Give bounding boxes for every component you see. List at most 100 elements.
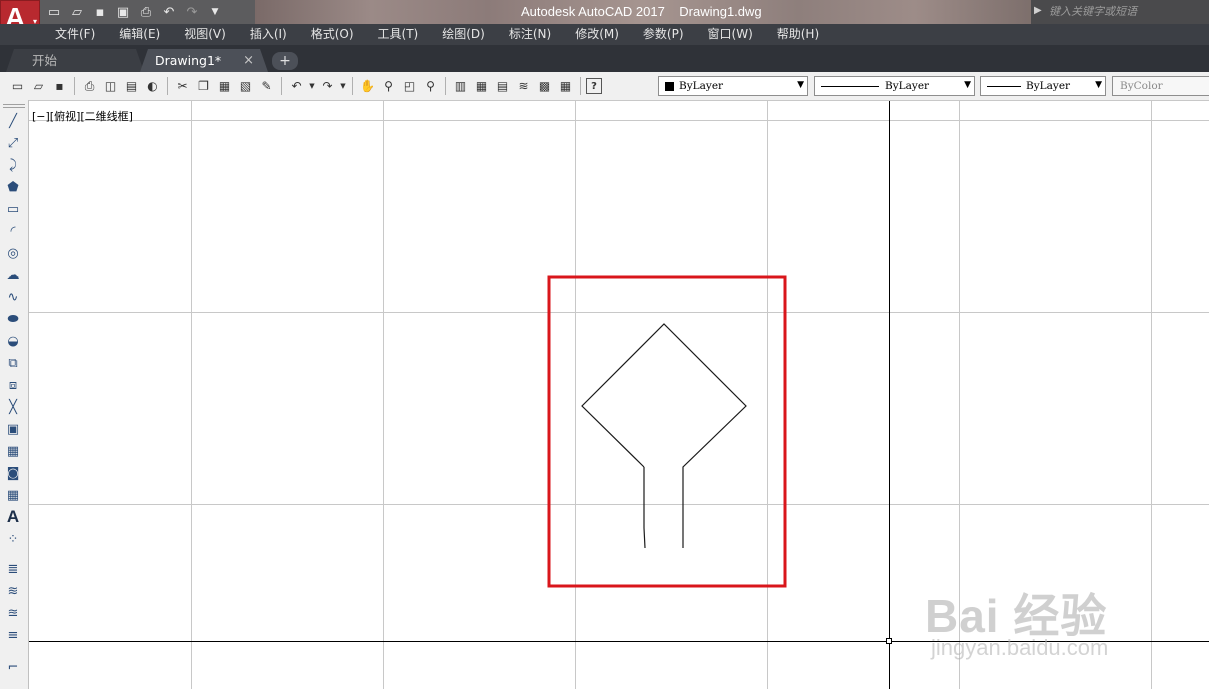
make-block-icon[interactable]: ⧈ [4, 376, 22, 394]
menu-draw[interactable]: 绘图(D) [430, 24, 497, 45]
tab-start[interactable]: 开始 [6, 49, 144, 72]
3d-print-icon[interactable]: ◐ [143, 77, 162, 96]
ucs-origin-marker [886, 638, 892, 644]
search-box: ▶ [1031, 0, 1209, 24]
rectangle-icon[interactable]: ▭ [4, 200, 22, 218]
paste-icon[interactable]: ▦ [215, 77, 234, 96]
copy-icon[interactable]: ❐ [194, 77, 213, 96]
insert-block-icon[interactable]: ⧉ [4, 354, 22, 372]
menu-view[interactable]: 视图(V) [172, 24, 238, 45]
dropdown-arrow-icon[interactable]: ▼ [339, 77, 347, 96]
cut-icon[interactable]: ✂ [173, 77, 192, 96]
match-properties-icon[interactable]: ▧ [236, 77, 255, 96]
standard-toolbar: ▭ ▱ ▪ ⎙ ◫ ▤ ◐ ✂ ❐ ▦ ▧ ✎ ↶ ▼ ↷ ▼ ✋ ⚲ ◰ ⚲ … [0, 72, 1209, 101]
layer-tool-icon[interactable]: ≣ [4, 560, 22, 578]
ellipse-icon[interactable]: ⬬ [4, 310, 22, 328]
lineweight-control[interactable]: ByLayer ▼ [980, 76, 1106, 96]
toolbar-grip[interactable] [3, 104, 25, 108]
search-input[interactable] [1045, 2, 1209, 20]
menu-bar: 文件(F) 编辑(E) 视图(V) 插入(I) 格式(O) 工具(T) 绘图(D… [0, 24, 1209, 45]
chevron-down-icon: ▼ [964, 80, 971, 90]
design-center-icon[interactable]: ▦ [472, 77, 491, 96]
plot-icon[interactable]: ⎙ [136, 3, 156, 21]
chevron-down-icon: ▼ [1095, 80, 1102, 90]
zoom-previous-icon[interactable]: ⚲ [421, 77, 440, 96]
redo-icon[interactable]: ↷ [182, 3, 202, 21]
calculator-icon[interactable]: ▦ [556, 77, 575, 96]
new-tab-button[interactable]: + [272, 52, 298, 70]
plot-icon[interactable]: ⎙ [80, 77, 99, 96]
region-icon[interactable]: ◙ [4, 464, 22, 482]
separator [580, 77, 581, 95]
tab-drawing1[interactable]: Drawing1* × [140, 49, 268, 72]
viewport-controls[interactable]: [−][俯视][二维线框] [32, 108, 133, 124]
expand-arrow-icon[interactable]: ▶ [1034, 5, 1042, 16]
arc-icon[interactable]: ◜ [4, 222, 22, 240]
file-tab-bar: 开始 Drawing1* × + [0, 45, 1209, 72]
saveas-icon[interactable]: ▣ [113, 3, 133, 21]
menu-file[interactable]: 文件(F) [43, 24, 107, 45]
help-icon[interactable]: ? [586, 78, 602, 94]
zoom-window-icon[interactable]: ◰ [400, 77, 419, 96]
open-icon[interactable]: ▱ [29, 77, 48, 96]
tab-start-label: 开始 [32, 53, 58, 68]
polyline-icon[interactable]: ⤸ [4, 156, 22, 174]
pan-icon[interactable]: ✋ [358, 77, 377, 96]
construction-line-icon[interactable]: ⤢ [4, 134, 22, 152]
revision-cloud-icon[interactable]: ☁ [4, 266, 22, 284]
menu-modify[interactable]: 修改(M) [563, 24, 631, 45]
menu-window[interactable]: 窗口(W) [696, 24, 765, 45]
close-icon[interactable]: × [243, 49, 254, 72]
add-selected-icon[interactable]: ⁘ [4, 530, 22, 548]
markup-icon[interactable]: ▩ [535, 77, 554, 96]
undo-icon[interactable]: ↶ [159, 3, 179, 21]
menu-edit[interactable]: 编辑(E) [107, 24, 172, 45]
zoom-realtime-icon[interactable]: ⚲ [379, 77, 398, 96]
new-icon[interactable]: ▭ [44, 3, 64, 21]
menu-tools[interactable]: 工具(T) [366, 24, 431, 45]
spline-icon[interactable]: ∿ [4, 288, 22, 306]
ucs-axes [29, 101, 1209, 689]
dropdown-arrow-icon[interactable]: ▼ [308, 77, 316, 96]
save-icon[interactable]: ▪ [90, 3, 110, 21]
hatch-icon[interactable]: ▣ [4, 420, 22, 438]
customize-icon[interactable]: ▼ [205, 3, 225, 21]
layer-walk-icon[interactable]: ≊ [4, 604, 22, 622]
draw-toolbar: ╱ ⤢ ⤸ ⬟ ▭ ◜ ◎ ☁ ∿ ⬬ ◒ ⧉ ⧈ ╳ ▣ ▦ ◙ ▦ A ⁘ … [0, 100, 29, 689]
menu-insert[interactable]: 插入(I) [238, 24, 299, 45]
circle-icon[interactable]: ◎ [4, 244, 22, 262]
linetype-preview [821, 86, 879, 87]
drawing-canvas[interactable] [29, 101, 1209, 689]
linetype-control[interactable]: ByLayer ▼ [814, 76, 975, 96]
sheet-set-icon[interactable]: ≋ [514, 77, 533, 96]
undo-icon[interactable]: ↶ [287, 77, 306, 96]
tool-palettes-icon[interactable]: ▤ [493, 77, 512, 96]
publish-icon[interactable]: ▤ [122, 77, 141, 96]
separator [167, 77, 168, 95]
save-icon[interactable]: ▪ [50, 77, 69, 96]
layer-state-icon[interactable]: ≋ [4, 582, 22, 600]
multiline-text-icon[interactable]: A [4, 507, 22, 526]
menu-help[interactable]: 帮助(H) [765, 24, 831, 45]
properties-icon[interactable]: ▥ [451, 77, 470, 96]
plotstyle-control[interactable]: ByColor [1112, 76, 1209, 96]
lineweight-value: ByLayer [1026, 80, 1071, 92]
plot-preview-icon[interactable]: ◫ [101, 77, 120, 96]
redo-icon[interactable]: ↷ [318, 77, 337, 96]
table-icon[interactable]: ▦ [4, 486, 22, 504]
block-editor-icon[interactable]: ✎ [257, 77, 276, 96]
menu-format[interactable]: 格式(O) [299, 24, 366, 45]
new-icon[interactable]: ▭ [8, 77, 27, 96]
polygon-icon[interactable]: ⬟ [4, 178, 22, 196]
menu-dimension[interactable]: 标注(N) [497, 24, 563, 45]
point-icon[interactable]: ╳ [4, 398, 22, 416]
line-icon[interactable]: ╱ [4, 112, 22, 130]
layer-iso-icon[interactable]: ≡ [4, 626, 22, 644]
layer-control[interactable]: ByLayer ▼ [658, 76, 808, 96]
ellipse-arc-icon[interactable]: ◒ [4, 332, 22, 350]
fillet-icon[interactable]: ⌐ [4, 658, 22, 676]
menu-parameters[interactable]: 参数(P) [631, 24, 696, 45]
open-icon[interactable]: ▱ [67, 3, 87, 21]
chevron-down-icon: ▼ [797, 80, 804, 90]
gradient-icon[interactable]: ▦ [4, 442, 22, 460]
